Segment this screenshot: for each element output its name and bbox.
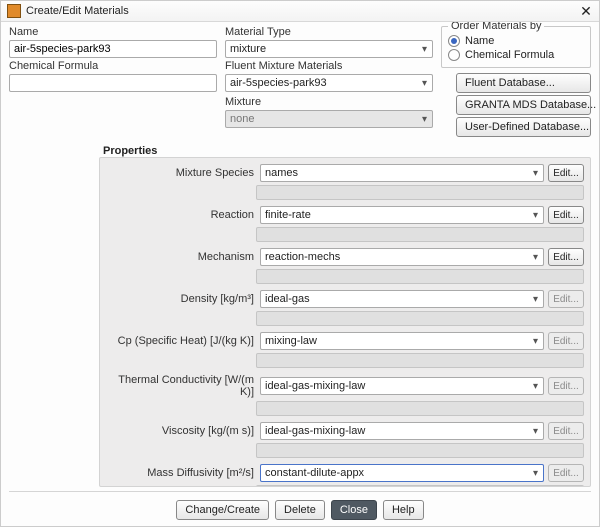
dialog-body: Name Chemical Formula Material Type mixt… [1,22,599,526]
cp-sub-input [256,353,584,368]
help-label: Help [392,504,415,516]
thermal-conductivity-sub-input [256,401,584,416]
change-create-button[interactable]: Change/Create [176,500,269,520]
mixture-dropdown: none [225,110,433,128]
order-by-formula-radio[interactable]: Chemical Formula [448,49,584,61]
help-button[interactable]: Help [383,500,424,520]
reaction-edit-button[interactable]: Edit... [548,206,584,224]
prop-row-thermal-conductivity: Thermal Conductivity [W/(m K)] ideal-gas… [106,374,584,416]
fluent-mix-value: air-5species-park93 [230,77,327,89]
prop-row-cp: Cp (Specific Heat) [J/(kg K)] mixing-law… [106,332,584,368]
prop-row-viscosity: Viscosity [kg/(m s)] ideal-gas-mixing-la… [106,422,584,458]
footer: Change/Create Delete Close Help [9,496,591,526]
user-database-button[interactable]: User-Defined Database... [456,117,591,137]
mixture-species-dropdown[interactable]: names [260,164,544,182]
viscosity-edit-button: Edit... [548,422,584,440]
change-create-label: Change/Create [185,504,260,516]
mixture-species-sub-input [256,185,584,200]
prop-row-density: Density [kg/m³] ideal-gas Edit... [106,290,584,326]
radio-icon [448,49,460,61]
fluent-mix-dropdown[interactable]: air-5species-park93 [225,74,433,92]
top-row: Name Chemical Formula Material Type mixt… [9,26,591,137]
prop-row-mass-diffusivity: Mass Diffusivity [m²/s] constant-dilute-… [106,464,584,487]
mixture-species-edit-button[interactable]: Edit... [548,164,584,182]
window-title: Create/Edit Materials [26,5,579,17]
viscosity-value: ideal-gas-mixing-law [265,425,365,437]
mass-diffusivity-dropdown[interactable]: constant-dilute-appx [260,464,544,482]
close-button[interactable]: Close [331,500,377,520]
chem-formula-label: Chemical Formula [9,60,217,72]
density-sub-input [256,311,584,326]
col-mid: Material Type mixture Fluent Mixture Mat… [225,26,433,137]
prop-label: Thermal Conductivity [W/(m K)] [106,374,256,398]
prop-label: Cp (Specific Heat) [J/(kg K)] [106,335,256,347]
prop-label: Viscosity [kg/(m s)] [106,425,256,437]
mass-diffusivity-value: constant-dilute-appx [265,467,364,479]
density-dropdown[interactable]: ideal-gas [260,290,544,308]
material-type-dropdown[interactable]: mixture [225,40,433,58]
order-by-name-radio[interactable]: Name [448,35,584,47]
delete-label: Delete [284,504,316,516]
name-input[interactable] [9,40,217,58]
viscosity-sub-input [256,443,584,458]
properties-legend: Properties [99,145,591,157]
app-icon [7,4,21,18]
density-value: ideal-gas [265,293,310,305]
prop-label: Mass Diffusivity [m²/s] [106,467,256,479]
prop-label: Mechanism [106,251,256,263]
fluent-mix-label: Fluent Mixture Materials [225,60,433,72]
granta-database-label: GRANTA MDS Database... [465,99,596,111]
granta-database-button[interactable]: GRANTA MDS Database... [456,95,591,115]
name-label: Name [9,26,217,38]
prop-label: Reaction [106,209,256,221]
order-by-legend: Order Materials by [448,22,544,32]
footer-divider [9,491,591,492]
order-by-formula-label: Chemical Formula [465,49,554,61]
properties-body: Mixture Species names Edit... Reaction f… [99,157,591,487]
material-type-label: Material Type [225,26,433,38]
mass-diffusivity-sub-input [256,485,584,487]
fluent-database-label: Fluent Database... [465,77,555,89]
side-buttons: Fluent Database... GRANTA MDS Database..… [441,73,591,137]
mechanism-value: reaction-mechs [265,251,340,263]
prop-label: Mixture Species [106,167,256,179]
prop-row-mechanism: Mechanism reaction-mechs Edit... [106,248,584,284]
reaction-dropdown[interactable]: finite-rate [260,206,544,224]
mass-diffusivity-edit-button: Edit... [548,464,584,482]
user-database-label: User-Defined Database... [465,121,589,133]
thermal-conductivity-value: ideal-gas-mixing-law [265,380,365,392]
fluent-database-button[interactable]: Fluent Database... [456,73,591,93]
titlebar: Create/Edit Materials ✕ [1,1,599,22]
density-edit-button: Edit... [548,290,584,308]
mechanism-sub-input [256,269,584,284]
delete-button[interactable]: Delete [275,500,325,520]
material-type-value: mixture [230,43,266,55]
chem-formula-input[interactable] [9,74,217,92]
mixture-value: none [230,113,254,125]
mixture-species-value: names [265,167,298,179]
close-icon[interactable]: ✕ [579,4,593,18]
cp-edit-button: Edit... [548,332,584,350]
mechanism-edit-button[interactable]: Edit... [548,248,584,266]
mechanism-dropdown[interactable]: reaction-mechs [260,248,544,266]
cp-dropdown[interactable]: mixing-law [260,332,544,350]
radio-icon [448,35,460,47]
mixture-label: Mixture [225,96,433,108]
reaction-sub-input [256,227,584,242]
cp-value: mixing-law [265,335,317,347]
thermal-conductivity-dropdown[interactable]: ideal-gas-mixing-law [260,377,544,395]
prop-label: Density [kg/m³] [106,293,256,305]
order-by-name-label: Name [465,35,494,47]
col-left: Name Chemical Formula [9,26,217,137]
close-label: Close [340,504,368,516]
prop-row-mixture-species: Mixture Species names Edit... [106,164,584,200]
reaction-value: finite-rate [265,209,311,221]
thermal-conductivity-edit-button: Edit... [548,377,584,395]
create-edit-materials-window: Create/Edit Materials ✕ Name Chemical Fo… [0,0,600,527]
viscosity-dropdown[interactable]: ideal-gas-mixing-law [260,422,544,440]
col-right: Order Materials by Name Chemical Formula… [441,26,591,137]
order-by-group: Order Materials by Name Chemical Formula [441,26,591,68]
prop-row-reaction: Reaction finite-rate Edit... [106,206,584,242]
properties-section: Properties Mixture Species names Edit...… [9,145,591,487]
